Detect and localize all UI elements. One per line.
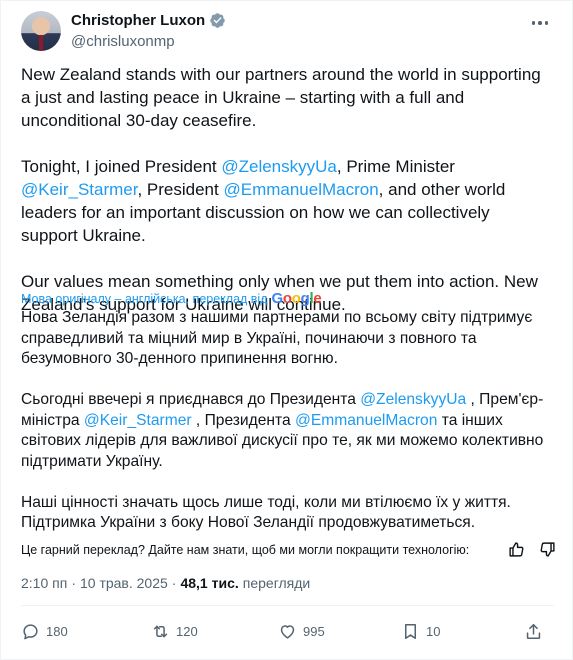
translation-paragraph-3: Наші цінності значать щось лише тоді, ко…: [21, 493, 511, 532]
retweet-icon: [153, 625, 168, 637]
retweet-count: 120: [176, 623, 198, 639]
bookmark-icon: [404, 623, 417, 639]
original-paragraph-2: Tonight, I joined President @ZelenskyyUa…: [21, 155, 551, 247]
share-icon: [526, 623, 541, 639]
original-paragraph-1: New Zealand stands with our partners aro…: [21, 65, 541, 130]
tweet-meta: 2:10 пп · 10 трав. 2025 · 48,1 тис. пере…: [21, 575, 310, 591]
tweet-translated-text: Нова Зеландія разом з нашими партнерами …: [21, 308, 556, 534]
reply-count: 180: [46, 623, 68, 639]
mention-link[interactable]: @Keir_Starmer: [21, 180, 137, 199]
like-icon: [280, 624, 295, 639]
bookmark-count: 10: [426, 623, 441, 639]
bookmark-button[interactable]: 10: [401, 617, 440, 645]
action-bar: 180 120 995 10: [21, 617, 554, 645]
author-handle[interactable]: @chrisluxonmp: [71, 33, 175, 50]
views-count: 48,1 тис.: [180, 575, 239, 591]
author-name-row: Christopher Luxon: [71, 12, 226, 29]
text-segment: Сьогодні ввечері я приєднався до Президе…: [21, 391, 361, 408]
translation-notice-text: Мова оригіналу – англійська, переклад ві…: [21, 291, 268, 306]
share-button[interactable]: [524, 617, 543, 645]
views-label: перегляди: [242, 575, 311, 591]
retweet-button[interactable]: 120: [151, 617, 198, 645]
more-icon[interactable]: [530, 13, 550, 33]
translation-paragraph-2: Сьогодні ввечері я приєднався до Президе…: [21, 390, 556, 472]
like-button[interactable]: 995: [278, 617, 325, 645]
reply-icon: [23, 623, 38, 639]
avatar-detail: [39, 35, 43, 51]
thumbs-down-icon[interactable]: [539, 541, 556, 558]
feedback-buttons: [508, 541, 556, 558]
translation-notice[interactable]: Мова оригіналу – англійська, переклад ві…: [21, 290, 322, 307]
text-segment: , Prime Minister: [336, 157, 455, 176]
thumbs-up-icon[interactable]: [508, 541, 525, 558]
mention-link[interactable]: @Keir_Starmer: [84, 412, 192, 429]
mention-link[interactable]: @EmmanuelMacron: [223, 180, 378, 199]
mention-link[interactable]: @ZelenskyyUa: [360, 391, 466, 408]
meta-separator: ·: [71, 575, 76, 591]
like-count: 995: [303, 623, 325, 639]
tweet-time[interactable]: 2:10 пп: [21, 575, 67, 591]
mention-link[interactable]: @ZelenskyyUa: [221, 157, 337, 176]
feedback-question: Це гарний переклад? Дайте нам знати, щоб…: [21, 542, 470, 557]
avatar[interactable]: [21, 11, 61, 51]
author-name[interactable]: Christopher Luxon: [71, 12, 205, 29]
tweet-card: Christopher Luxon @chrisluxonmp New Zeal…: [0, 0, 573, 660]
tweet-date[interactable]: 10 трав. 2025: [80, 575, 168, 591]
meta-separator: ·: [171, 575, 177, 591]
google-logo: Google: [271, 290, 322, 307]
text-segment: Tonight, I joined President: [21, 157, 222, 176]
translation-paragraph-1: Нова Зеландія разом з нашими партнерами …: [21, 309, 533, 367]
verified-icon: [210, 13, 225, 28]
tweet-original-text: New Zealand stands with our partners aro…: [21, 63, 551, 316]
divider: [21, 605, 554, 606]
mention-link[interactable]: @EmmanuelMacron: [295, 412, 437, 429]
text-segment: , President: [137, 180, 224, 199]
text-segment: , Президента: [191, 411, 296, 429]
translation-feedback: Це гарний переклад? Дайте нам знати, щоб…: [21, 541, 556, 558]
reply-button[interactable]: 180: [21, 617, 68, 645]
